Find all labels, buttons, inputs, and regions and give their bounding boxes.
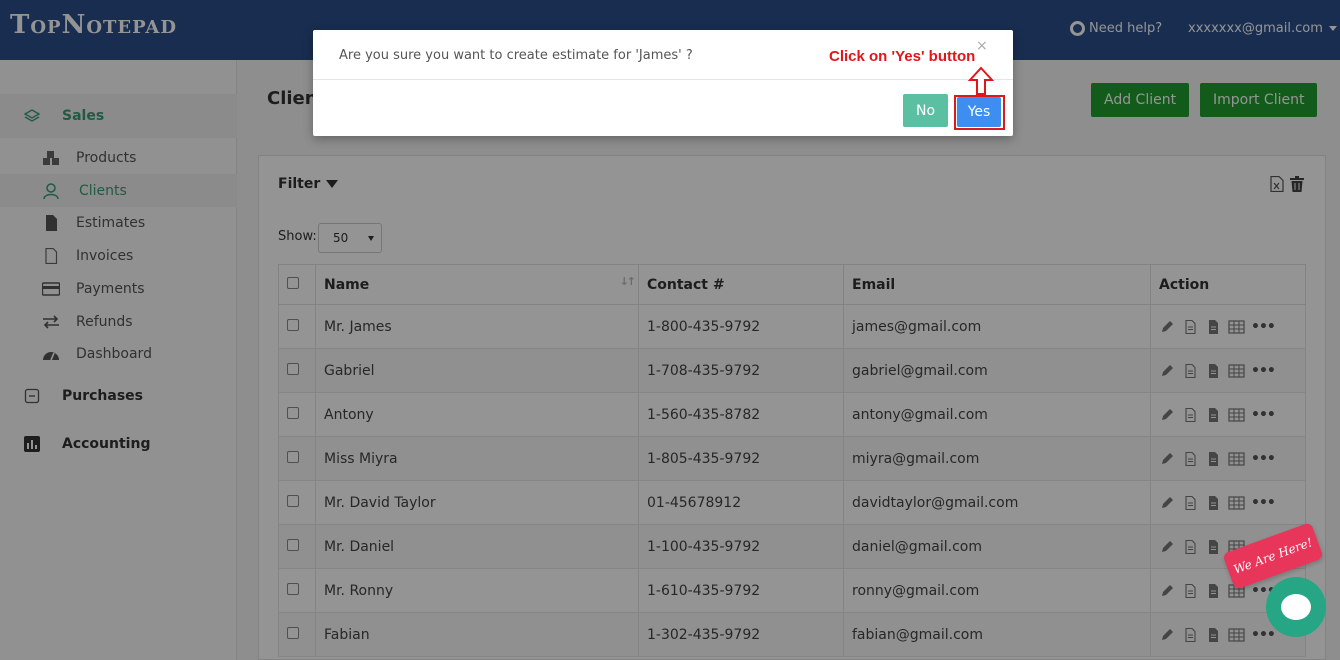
chat-button[interactable]: [1266, 577, 1326, 637]
arrow-up-icon: [968, 66, 994, 95]
yes-button-highlight: [954, 95, 1005, 130]
no-button[interactable]: No: [903, 94, 948, 127]
dialog-message: Are you sure you want to create estimate…: [339, 48, 693, 63]
confirm-dialog: Are you sure you want to create estimate…: [313, 30, 1013, 136]
annotation-text: Click on 'Yes' button: [829, 48, 976, 65]
chat-icon: [1281, 594, 1311, 620]
close-icon[interactable]: ×: [976, 38, 988, 54]
dialog-divider: [313, 79, 1013, 80]
